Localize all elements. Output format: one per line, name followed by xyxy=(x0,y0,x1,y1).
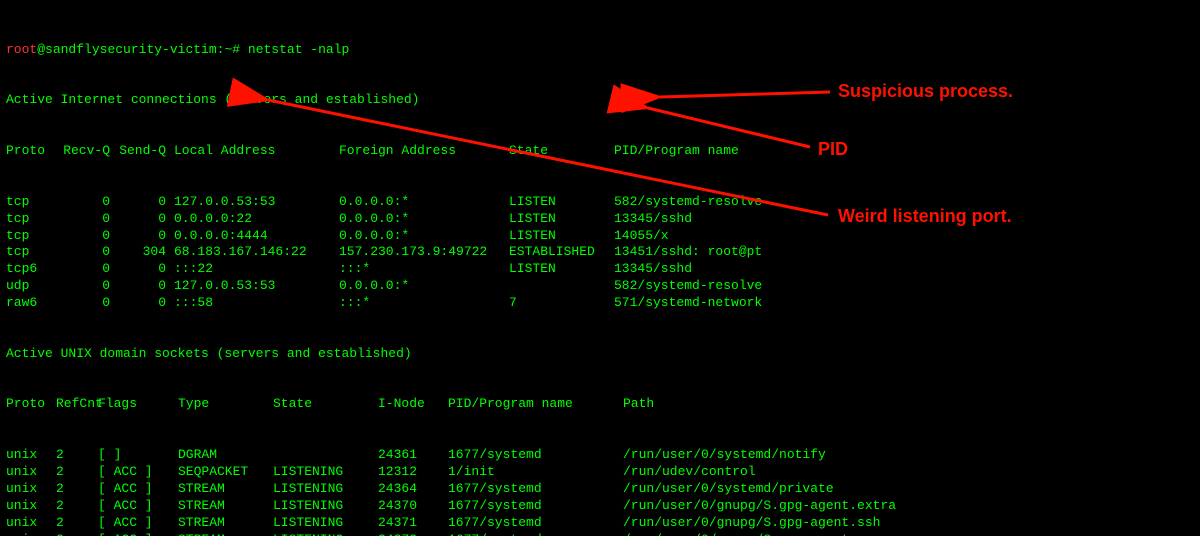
unix-row: unix2[ ACC ]STREAMLISTENING243641677/sys… xyxy=(6,481,1194,498)
inet-row: tcp000.0.0.0:44440.0.0.0:*LISTEN14055/x xyxy=(6,228,1194,245)
prompt-path: :~# xyxy=(217,42,248,57)
terminal[interactable]: root@sandflysecurity-victim:~# netstat -… xyxy=(0,0,1200,536)
prompt-host: sandflysecurity-victim xyxy=(45,42,217,57)
annotation-pid: PID xyxy=(818,138,848,161)
unix-row: unix2[ ACC ]STREAMLISTENING243721677/sys… xyxy=(6,532,1194,536)
annotation-port: Weird listening port. xyxy=(838,205,1012,228)
inet-columns: ProtoRecv-QSend-QLocal AddressForeign Ad… xyxy=(6,143,1194,160)
prompt-sep: @ xyxy=(37,42,45,57)
unix-header: Active UNIX domain sockets (servers and … xyxy=(6,346,1194,363)
inet-header: Active Internet connections (servers and… xyxy=(6,92,1194,109)
prompt-user: root xyxy=(6,42,37,57)
unix-row: unix2[ ACC ]SEQPACKETLISTENING123121/ini… xyxy=(6,464,1194,481)
unix-row: unix2[ ACC ]STREAMLISTENING243701677/sys… xyxy=(6,498,1194,515)
shell-prompt[interactable]: root@sandflysecurity-victim:~# netstat -… xyxy=(6,42,1194,59)
inet-row: tcp000.0.0.0:220.0.0.0:*LISTEN13345/sshd xyxy=(6,211,1194,228)
unix-columns: ProtoRefCntFlagsTypeStateI-NodePID/Progr… xyxy=(6,396,1194,413)
inet-row: raw600:::58:::*7571/systemd-network xyxy=(6,295,1194,312)
inet-row: tcp600:::22:::*LISTEN13345/sshd xyxy=(6,261,1194,278)
inet-row: tcp00127.0.0.53:530.0.0.0:*LISTEN582/sys… xyxy=(6,194,1194,211)
unix-row: unix2[ ACC ]STREAMLISTENING243711677/sys… xyxy=(6,515,1194,532)
unix-row: unix2[ ]DGRAM243611677/systemd/run/user/… xyxy=(6,447,1194,464)
inet-row: udp00127.0.0.53:530.0.0.0:*582/systemd-r… xyxy=(6,278,1194,295)
inet-row: tcp030468.183.167.146:22157.230.173.9:49… xyxy=(6,244,1194,261)
annotation-suspicious: Suspicious process. xyxy=(838,80,1013,103)
command: netstat -nalp xyxy=(248,42,349,57)
